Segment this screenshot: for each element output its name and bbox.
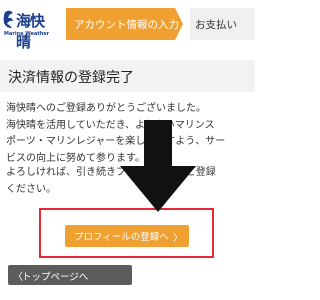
step-payment-label: お支払い (195, 19, 237, 31)
step-payment: お支払い (190, 8, 255, 40)
chevron-right-icon: 〉 (173, 233, 183, 244)
header: 海快晴 Marine Weather アカウント情報の入力 お支払い (0, 0, 255, 51)
logo[interactable]: 海快晴 Marine Weather (3, 9, 57, 51)
top-page-button[interactable]: 〈 トップページへ (8, 265, 132, 285)
profile-register-button-label: プロフィールの登録へ (74, 232, 169, 243)
step-account-info: アカウント情報の入力 (66, 8, 183, 40)
top-page-button-label: トップページへ (22, 272, 89, 283)
down-arrow-icon (120, 120, 196, 212)
logo-subtitle: Marine Weather (4, 31, 50, 37)
step-account-info-label: アカウント情報の入力 (74, 19, 179, 31)
page-title: 決済情報の登録完了 (8, 70, 134, 86)
wave-logo-icon (3, 10, 14, 28)
title-bar: 決済情報の登録完了 (0, 60, 255, 92)
highlight-box: プロフィールの登録へ 〉 (39, 208, 214, 258)
paragraph-line: 海快晴へのご登録ありがとうございました。 (6, 103, 206, 114)
profile-register-button[interactable]: プロフィールの登録へ 〉 (65, 225, 189, 247)
